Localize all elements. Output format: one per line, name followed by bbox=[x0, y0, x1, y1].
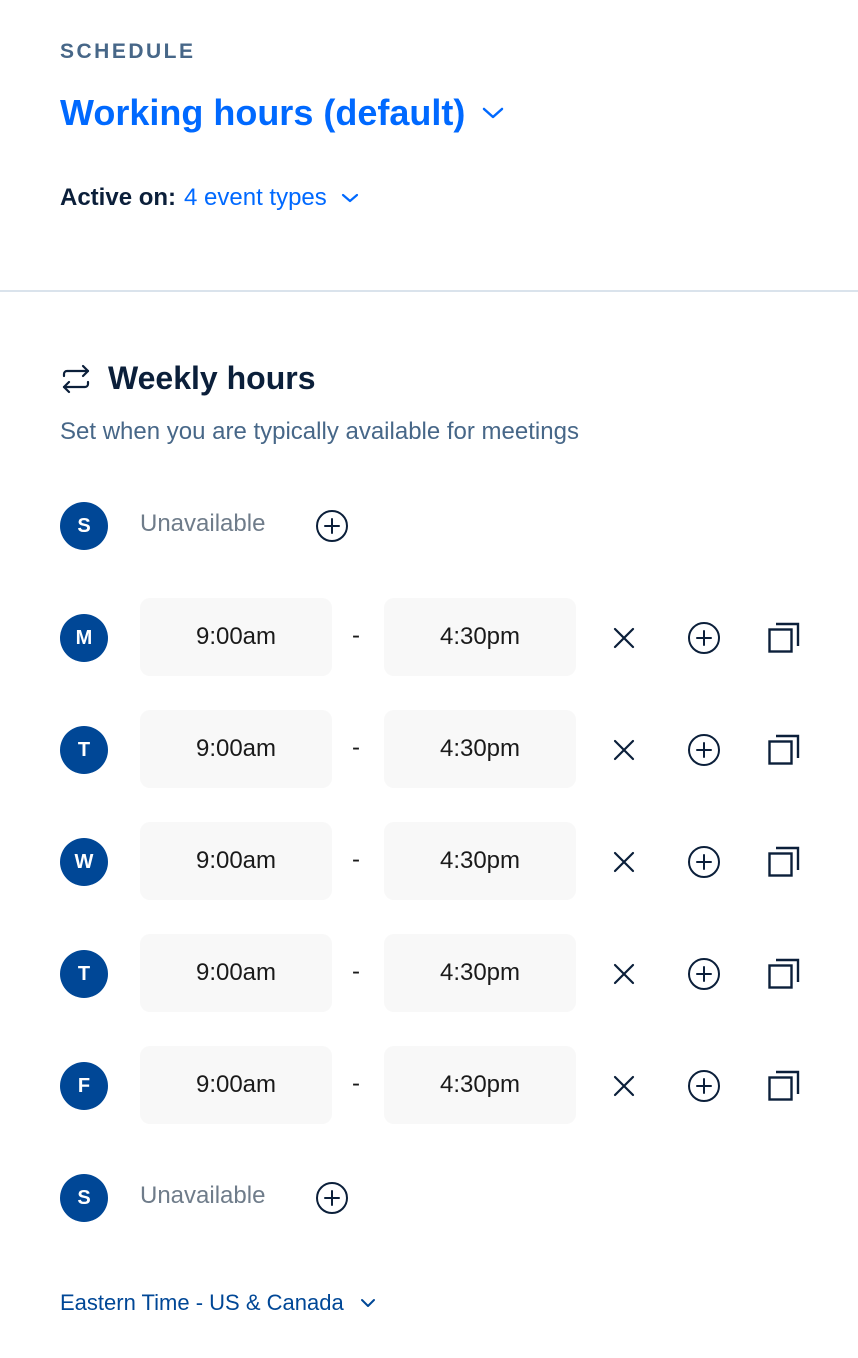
remove-interval-button[interactable] bbox=[606, 1068, 642, 1104]
unavailable-label: Unavailable bbox=[140, 510, 266, 537]
chevron-down-icon bbox=[483, 107, 504, 119]
unavailable-label: Unavailable bbox=[140, 1182, 266, 1209]
range-dash: - bbox=[352, 1070, 360, 1097]
day-row-tuesday: T 9:00am - 4:30pm bbox=[60, 710, 820, 790]
copy-icon bbox=[768, 846, 800, 877]
day-badge: W bbox=[60, 838, 108, 886]
start-time-input[interactable]: 9:00am bbox=[140, 1046, 332, 1124]
plus-circle-icon bbox=[688, 958, 720, 990]
range-dash: - bbox=[352, 846, 360, 873]
day-badge: S bbox=[60, 502, 108, 550]
remove-interval-button[interactable] bbox=[606, 732, 642, 768]
day-row-wednesday: W 9:00am - 4:30pm bbox=[60, 822, 820, 902]
timezone-dropdown[interactable]: Eastern Time - US & Canada bbox=[60, 1290, 376, 1316]
end-time-input[interactable]: 4:30pm bbox=[384, 598, 576, 676]
copy-times-button[interactable] bbox=[766, 1068, 802, 1104]
plus-circle-icon bbox=[316, 510, 348, 542]
weekly-hours-header: Weekly hours bbox=[60, 360, 315, 397]
end-time-input[interactable]: 4:30pm bbox=[384, 710, 576, 788]
close-icon bbox=[613, 627, 635, 649]
plus-circle-icon bbox=[316, 1182, 348, 1214]
close-icon bbox=[613, 739, 635, 761]
day-row-saturday: S Unavailable bbox=[60, 1158, 820, 1238]
copy-icon bbox=[768, 958, 800, 989]
add-interval-button[interactable] bbox=[315, 509, 349, 548]
schedule-name: Working hours (default) bbox=[60, 92, 466, 133]
start-time-input[interactable]: 9:00am bbox=[140, 934, 332, 1012]
copy-times-button[interactable] bbox=[766, 844, 802, 880]
event-types-dropdown[interactable]: 4 event types bbox=[184, 184, 359, 212]
add-interval-button[interactable] bbox=[315, 1181, 349, 1220]
range-dash: - bbox=[352, 958, 360, 985]
timezone-label: Eastern Time - US & Canada bbox=[60, 1290, 344, 1315]
copy-icon bbox=[768, 734, 800, 765]
repeat-icon bbox=[62, 364, 90, 393]
section-divider bbox=[0, 290, 858, 292]
add-interval-button[interactable] bbox=[686, 732, 722, 768]
add-interval-button[interactable] bbox=[686, 1068, 722, 1104]
weekly-hours-subtitle: Set when you are typically available for… bbox=[60, 418, 579, 445]
plus-circle-icon bbox=[688, 734, 720, 766]
start-time-input[interactable]: 9:00am bbox=[140, 598, 332, 676]
copy-times-button[interactable] bbox=[766, 956, 802, 992]
add-interval-button[interactable] bbox=[686, 844, 722, 880]
section-eyebrow: SCHEDULE bbox=[60, 40, 196, 63]
add-interval-button[interactable] bbox=[686, 620, 722, 656]
add-interval-button[interactable] bbox=[686, 956, 722, 992]
copy-icon bbox=[768, 1070, 800, 1101]
copy-icon bbox=[768, 622, 800, 653]
close-icon bbox=[613, 963, 635, 985]
range-dash: - bbox=[352, 622, 360, 649]
plus-circle-icon bbox=[688, 1070, 720, 1102]
day-badge: T bbox=[60, 950, 108, 998]
chevron-down-icon bbox=[341, 193, 358, 203]
end-time-input[interactable]: 4:30pm bbox=[384, 1046, 576, 1124]
plus-circle-icon bbox=[688, 622, 720, 654]
remove-interval-button[interactable] bbox=[606, 844, 642, 880]
remove-interval-button[interactable] bbox=[606, 956, 642, 992]
event-types-link: 4 event types bbox=[184, 184, 327, 211]
copy-times-button[interactable] bbox=[766, 620, 802, 656]
day-badge: T bbox=[60, 726, 108, 774]
end-time-input[interactable]: 4:30pm bbox=[384, 934, 576, 1012]
active-on-row: Active on: 4 event types bbox=[60, 184, 359, 212]
start-time-input[interactable]: 9:00am bbox=[140, 822, 332, 900]
day-row-sunday: S Unavailable bbox=[60, 486, 820, 566]
copy-times-button[interactable] bbox=[766, 732, 802, 768]
weekly-hours-title: Weekly hours bbox=[108, 360, 316, 396]
day-row-monday: M 9:00am - 4:30pm bbox=[60, 598, 820, 678]
remove-interval-button[interactable] bbox=[606, 620, 642, 656]
close-icon bbox=[613, 851, 635, 873]
close-icon bbox=[613, 1075, 635, 1097]
chevron-down-icon bbox=[360, 1299, 375, 1307]
day-row-friday: F 9:00am - 4:30pm bbox=[60, 1046, 820, 1126]
end-time-input[interactable]: 4:30pm bbox=[384, 822, 576, 900]
day-badge: M bbox=[60, 614, 108, 662]
plus-circle-icon bbox=[688, 846, 720, 878]
active-on-label: Active on: bbox=[60, 184, 177, 211]
day-badge: F bbox=[60, 1062, 108, 1110]
start-time-input[interactable]: 9:00am bbox=[140, 710, 332, 788]
schedule-selector[interactable]: Working hours (default) bbox=[60, 92, 505, 134]
range-dash: - bbox=[352, 734, 360, 761]
day-badge: S bbox=[60, 1174, 108, 1222]
day-row-thursday: T 9:00am - 4:30pm bbox=[60, 934, 820, 1014]
